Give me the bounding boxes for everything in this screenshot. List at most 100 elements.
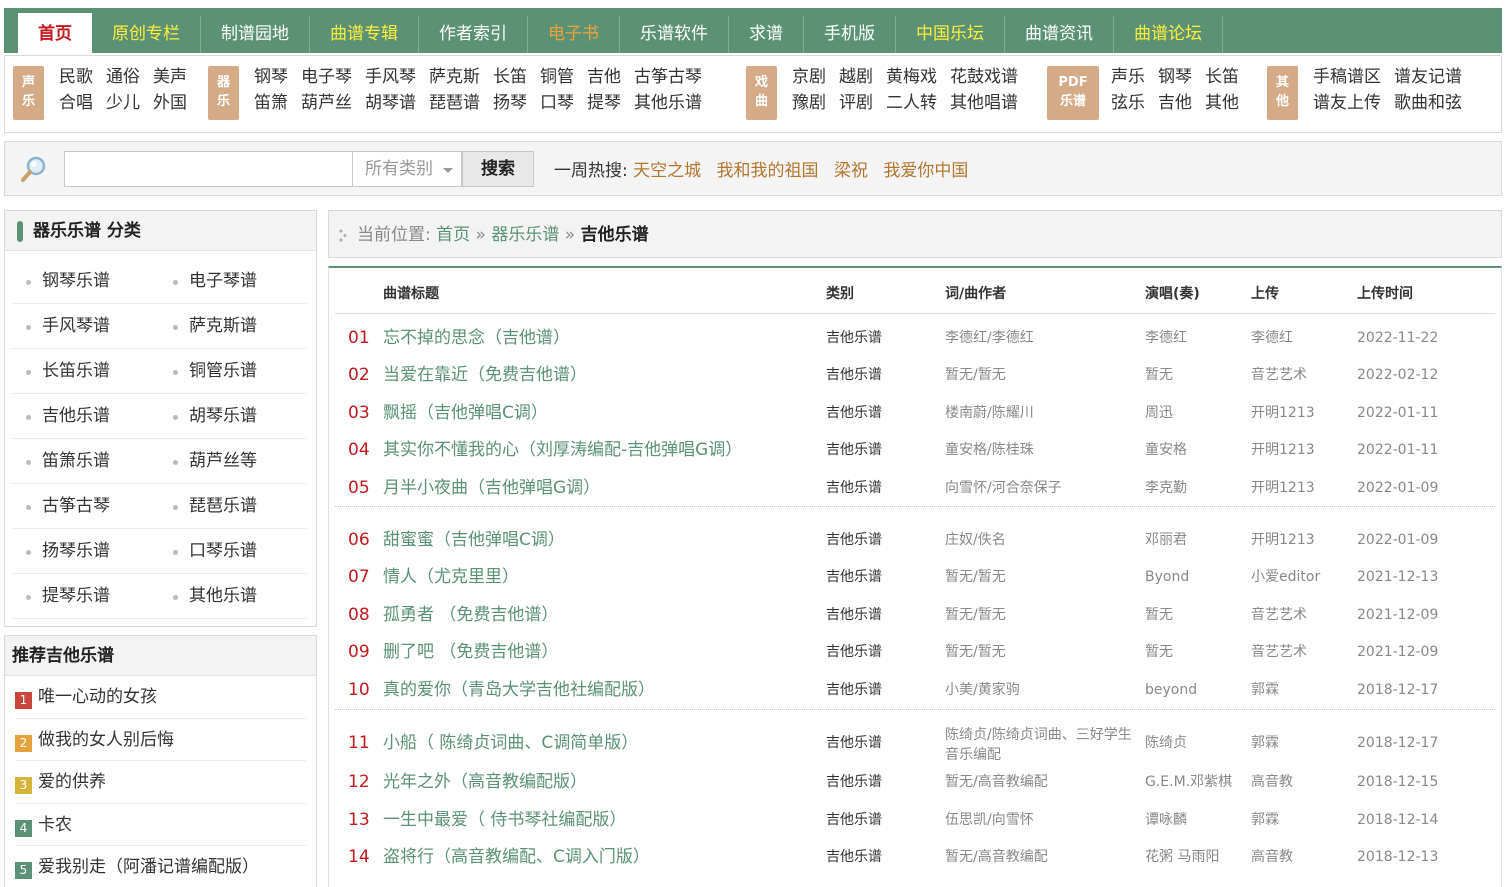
category-select[interactable]: 所有类别 [352,151,462,187]
subnav-link[interactable]: 铜管 [540,64,574,90]
subnav-link[interactable]: 手风琴 [365,64,416,90]
nav-home[interactable]: 首页 [18,13,92,53]
category-link[interactable]: 胡琴乐谱 [159,394,307,439]
score-title-link[interactable]: 其实你不懂我的心（刘厚涛编配-吉他弹唱G调） [383,432,742,469]
subnav-link[interactable]: 萨克斯 [429,64,480,90]
category-link[interactable]: 笛箫乐谱 [12,439,159,484]
score-category[interactable]: 吉他乐谱 [826,634,882,671]
category-link[interactable]: 提琴乐谱 [12,574,159,619]
score-category[interactable]: 吉他乐谱 [826,522,882,559]
score-title-link[interactable]: 盗将行（高音教编配、C调入门版） [383,839,650,876]
score-category[interactable]: 吉他乐谱 [826,470,882,507]
score-category[interactable]: 吉他乐谱 [826,802,882,839]
subnav-link[interactable]: 葫芦丝 [301,90,352,116]
subnav-link[interactable]: 钢琴 [254,64,288,90]
subnav-link[interactable]: 胡琴谱 [365,90,416,116]
score-uploader[interactable]: 高音教 [1251,764,1293,801]
nav-request[interactable]: 求谱 [729,16,804,53]
category-link[interactable]: 长笛乐谱 [12,349,159,394]
recommend-item[interactable]: 1 唯一心动的女孩 [15,676,306,719]
subnav-link[interactable]: 豫剧 [792,90,826,116]
score-title-link[interactable]: 情人（尤克里里） [383,559,519,596]
recommend-item[interactable]: 3 爱的供养 [15,761,306,804]
score-title-link[interactable]: 真的爱你（青岛大学吉他社编配版） [383,672,655,709]
score-uploader[interactable]: 开明1213 [1251,522,1315,559]
category-link[interactable]: 口琴乐谱 [159,529,307,574]
recommend-item[interactable]: 5 爱我别走（阿潘记谱编配版） [15,846,306,887]
score-category[interactable]: 吉他乐谱 [826,672,882,709]
score-category[interactable]: 吉他乐谱 [826,559,882,596]
nav-albums[interactable]: 曲谱专辑 [310,16,419,53]
breadcrumb-home[interactable]: 首页 [436,225,470,245]
score-title-link[interactable]: 忘不掉的思念（吉他谱） [383,320,570,357]
category-link[interactable]: 电子琴谱 [159,259,307,304]
score-uploader[interactable]: 音艺艺术 [1251,597,1307,634]
subnav-link[interactable]: 古筝古琴 [634,64,702,90]
subnav-link[interactable]: 二人转 [886,90,937,116]
nav-software[interactable]: 乐谱软件 [620,16,729,53]
hot-word[interactable]: 我和我的祖国 [717,161,819,181]
hot-word[interactable]: 天空之城 [633,161,701,181]
category-link[interactable]: 扬琴乐谱 [12,529,159,574]
subnav-link[interactable]: 提琴 [587,90,621,116]
score-uploader[interactable]: 郭霖 [1251,802,1279,839]
subnav-link[interactable]: 电子琴 [301,64,352,90]
category-link[interactable]: 吉他乐谱 [12,394,159,439]
subnav-link[interactable]: 歌曲和弦 [1394,90,1462,116]
subnav-link[interactable]: 花鼓戏谱 [950,64,1018,90]
category-link[interactable]: 其他乐谱 [159,574,307,619]
score-category[interactable]: 吉他乐谱 [826,725,882,762]
nav-original[interactable]: 原创专栏 [92,16,201,53]
score-uploader[interactable]: 开明1213 [1251,395,1315,432]
score-uploader[interactable]: 音艺艺术 [1251,357,1307,394]
subnav-link[interactable]: 扬琴 [493,90,527,116]
subnav-link[interactable]: 美声 [153,64,187,90]
score-title-link[interactable]: 月半小夜曲（吉他弹唱G调） [383,470,600,507]
score-title-link[interactable]: 甜蜜蜜（吉他弹唱C调） [383,522,565,559]
subnav-link[interactable]: 口琴 [540,90,574,116]
subnav-link[interactable]: 通俗 [106,64,140,90]
subnav-link[interactable]: 声乐 [1111,64,1145,90]
subnav-link[interactable]: 谱友上传 [1313,90,1381,116]
score-title-link[interactable]: 飘摇（吉他弹唱C调） [383,395,548,432]
subnav-link[interactable]: 黄梅戏 [886,64,937,90]
score-category[interactable]: 吉他乐谱 [826,432,882,469]
nav-ebooks[interactable]: 电子书 [528,16,620,53]
recommend-item[interactable]: 4 卡农 [15,804,306,846]
subnav-link[interactable]: 谱友记谱 [1394,64,1462,90]
category-link[interactable]: 古筝古琴 [12,484,159,529]
recommend-item[interactable]: 2 做我的女人别后悔 [15,719,306,761]
category-link[interactable]: 手风琴谱 [12,304,159,349]
score-category[interactable]: 吉他乐谱 [826,839,882,876]
nav-workshop[interactable]: 制谱园地 [201,16,310,53]
hot-word[interactable]: 我爱你中国 [883,161,968,181]
subnav-link[interactable]: 少儿 [106,90,140,116]
nav-china-music[interactable]: 中国乐坛 [896,16,1005,53]
subnav-link[interactable]: 京剧 [792,64,826,90]
category-link[interactable]: 葫芦丝等 [159,439,307,484]
score-title-link[interactable]: 删了吧 （免费吉他谱） [383,634,558,671]
subnav-link[interactable]: 笛箫 [254,90,288,116]
score-category[interactable]: 吉他乐谱 [826,597,882,634]
subnav-link[interactable]: 琵琶谱 [429,90,480,116]
subnav-link[interactable]: 吉他 [587,64,621,90]
score-uploader[interactable]: 音艺艺术 [1251,634,1307,671]
category-link[interactable]: 钢琴乐谱 [12,259,159,304]
subnav-link[interactable]: 其他唱谱 [950,90,1018,116]
subnav-link[interactable]: 评剧 [839,90,873,116]
search-button[interactable]: 搜索 [462,151,534,187]
subnav-link[interactable]: 手稿谱区 [1313,64,1381,90]
nav-authors[interactable]: 作者索引 [419,16,528,53]
nav-news[interactable]: 曲谱资讯 [1005,16,1114,53]
score-uploader[interactable]: 李德红 [1251,320,1293,357]
score-title-link[interactable]: 一生中最爱（ 侍书琴社编配版） [383,802,626,839]
search-input[interactable] [64,151,353,187]
score-category[interactable]: 吉他乐谱 [826,395,882,432]
score-uploader[interactable]: 高音教 [1251,839,1293,876]
category-link[interactable]: 铜管乐谱 [159,349,307,394]
score-uploader[interactable]: 开明1213 [1251,470,1315,507]
subnav-link[interactable]: 吉他 [1158,90,1192,116]
hot-word[interactable]: 梁祝 [834,161,868,181]
subnav-link[interactable]: 长笛 [493,64,527,90]
subnav-link[interactable]: 外国 [153,90,187,116]
